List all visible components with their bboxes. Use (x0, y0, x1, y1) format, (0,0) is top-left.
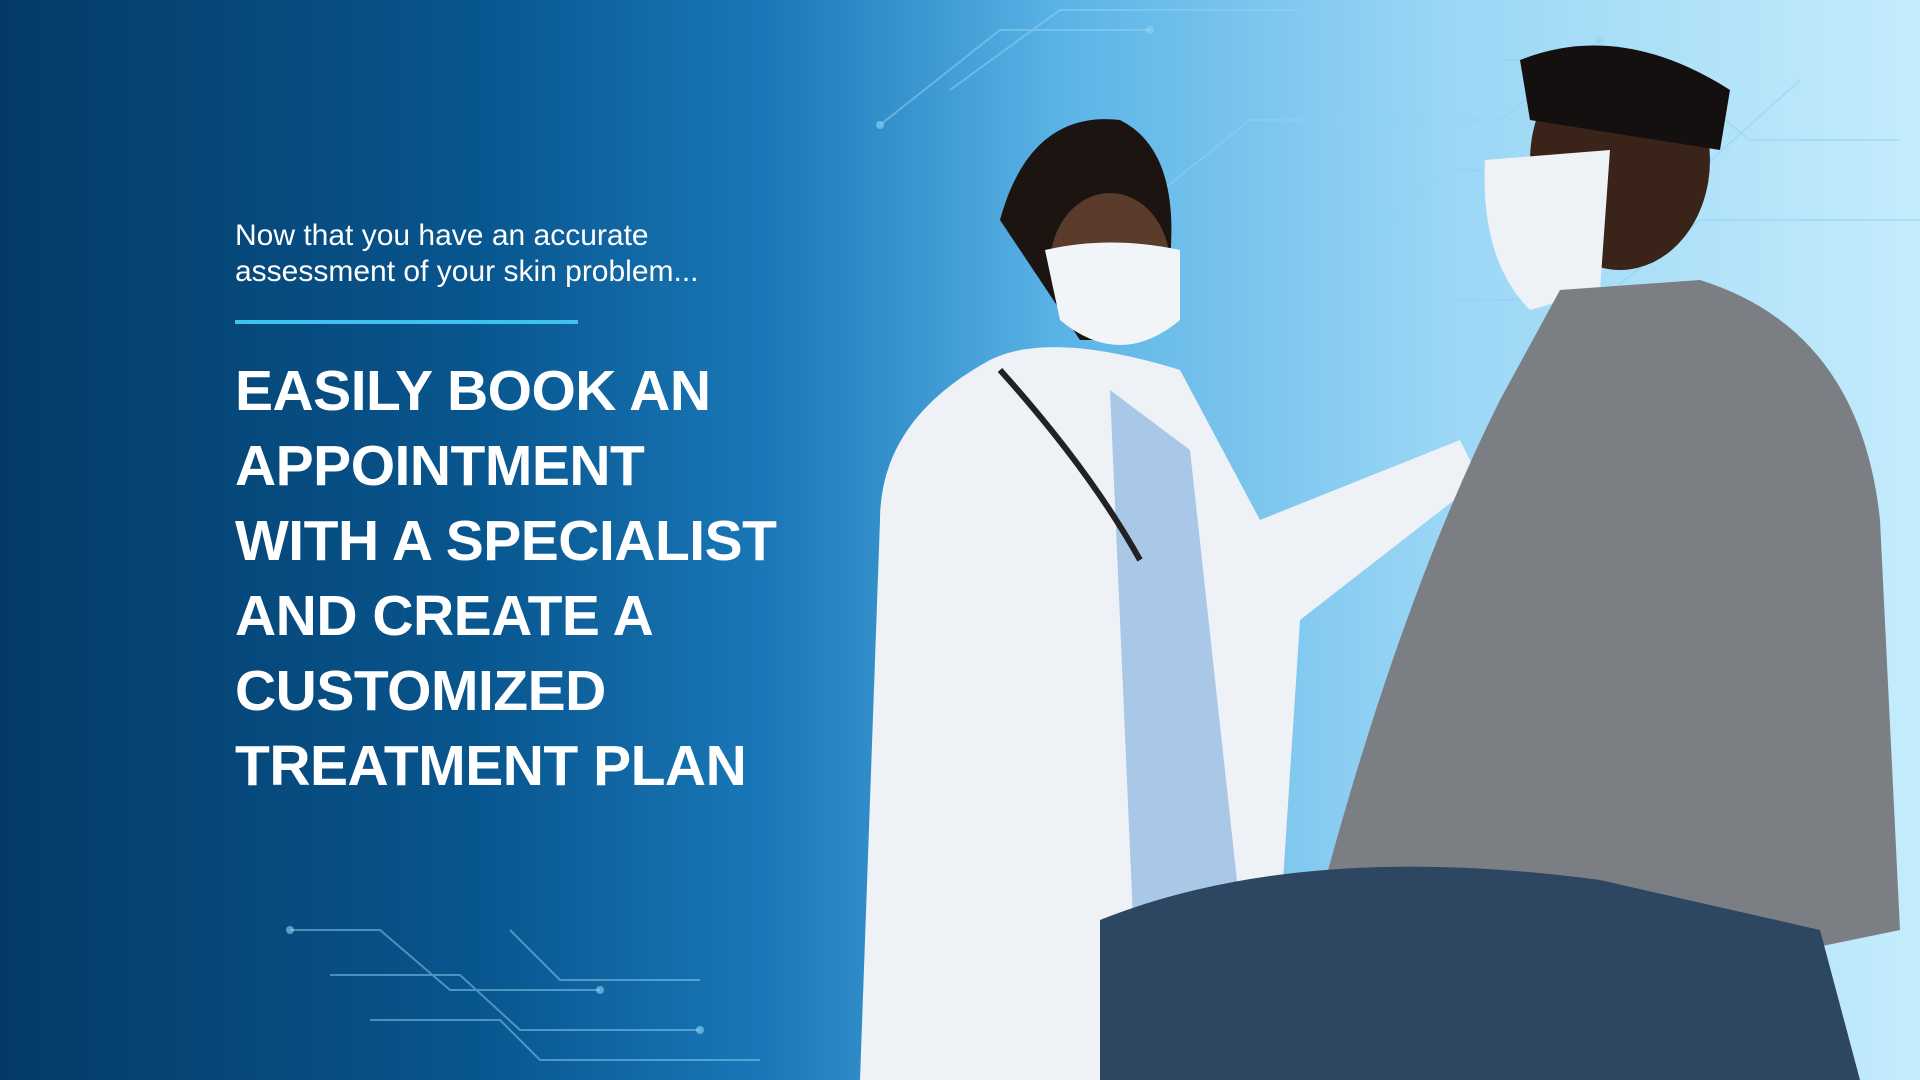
headline-line: APPOINTMENT (235, 434, 645, 498)
hero-text-block: Now that you have an accurate assessment… (235, 218, 795, 804)
headline-line: EASILY BOOK AN (235, 359, 711, 423)
hero-headline: EASILY BOOK AN APPOINTMENT WITH A SPECIA… (235, 354, 795, 804)
subtitle-line-1: Now that you have an accurate (235, 219, 649, 252)
hero-subtitle: Now that you have an accurate assessment… (235, 218, 795, 290)
headline-line: WITH A SPECIALIST (235, 509, 777, 573)
headline-line: CUSTOMIZED (235, 659, 606, 723)
headline-line: TREATMENT PLAN (235, 734, 747, 798)
headline-line: AND CREATE A (235, 584, 654, 648)
subtitle-line-2: assessment of your skin problem... (235, 255, 699, 288)
accent-divider (235, 320, 578, 324)
